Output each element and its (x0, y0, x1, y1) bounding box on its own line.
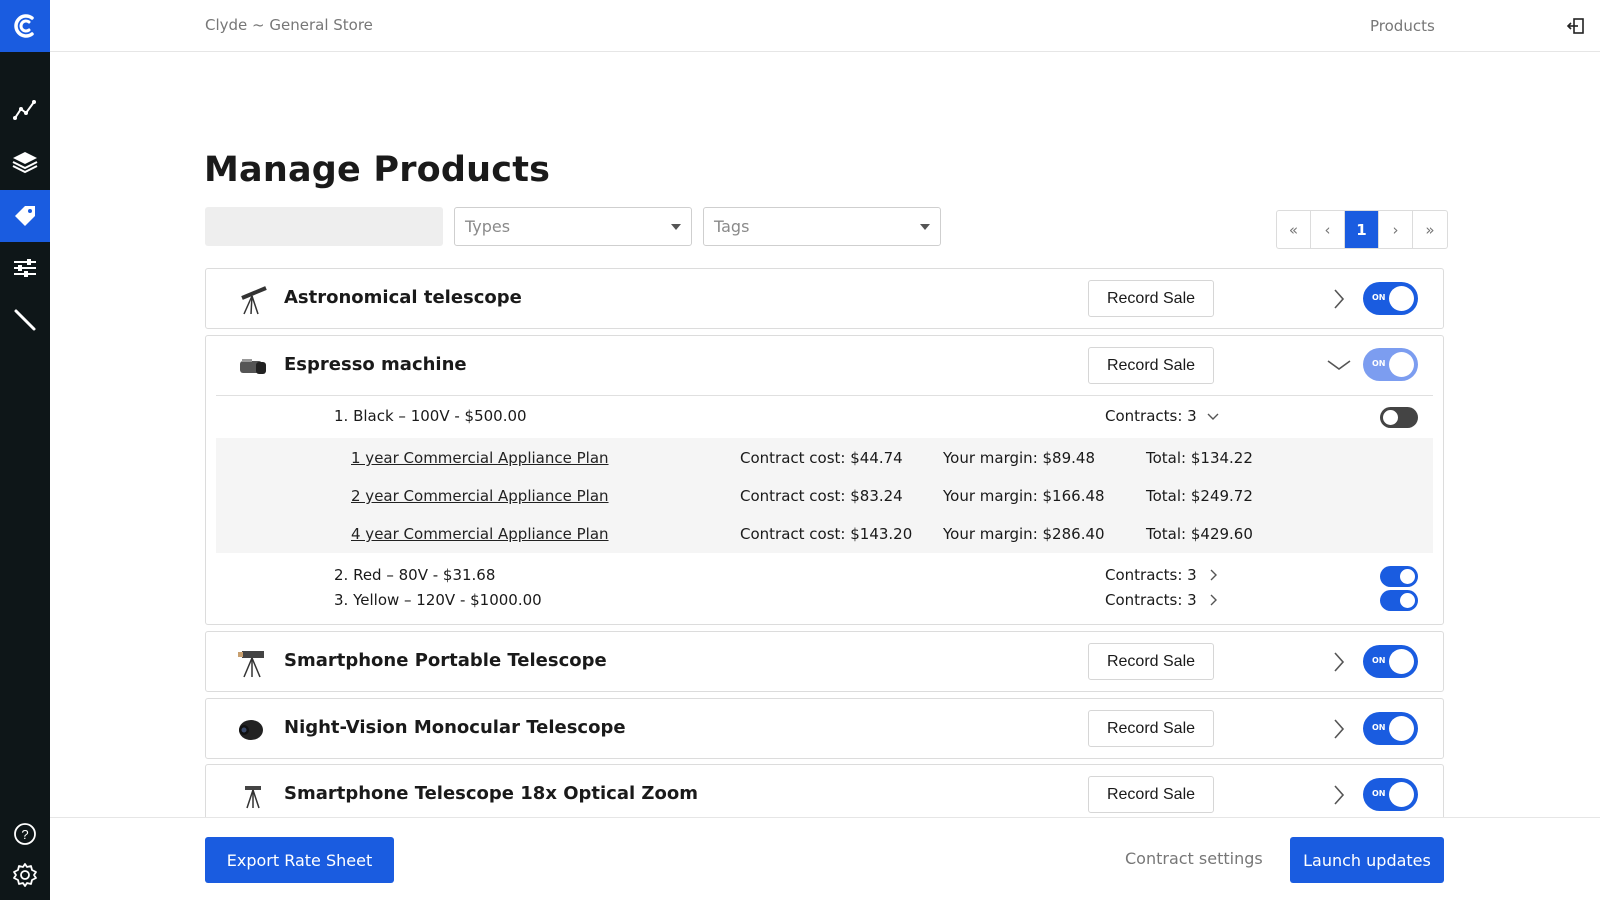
product-toggle[interactable]: ON (1363, 778, 1418, 811)
plan-link[interactable]: 4 year Commercial Appliance Plan (351, 525, 609, 543)
product-row: Smartphone Portable Telescope Record Sal… (205, 631, 1444, 692)
pagination: « ‹ 1 › » (1276, 210, 1448, 249)
top-bar: Clyde ~ General Store Products (50, 0, 1600, 52)
gear-icon[interactable] (0, 850, 50, 900)
plan-link[interactable]: 1 year Commercial Appliance Plan (351, 449, 609, 467)
record-sale-button[interactable]: Record Sale (1088, 643, 1214, 680)
tag-icon[interactable] (0, 190, 50, 242)
plan-total: Total: $429.60 (1146, 525, 1253, 543)
chevron-down-icon[interactable] (1326, 354, 1352, 378)
tags-select[interactable]: Tags (703, 207, 941, 246)
plan-total: Total: $249.72 (1146, 487, 1253, 505)
product-name[interactable]: Smartphone Portable Telescope (284, 650, 607, 671)
record-sale-button[interactable]: Record Sale (1088, 776, 1214, 813)
product-row: Astronomical telescope Record Sale ON (205, 268, 1444, 329)
product-row-expanded: Espresso machine Record Sale ON 1. Black… (205, 335, 1444, 625)
layers-icon[interactable] (0, 136, 50, 188)
product-toggle[interactable]: ON (1363, 282, 1418, 315)
record-sale-button[interactable]: Record Sale (1088, 347, 1214, 384)
caret-down-icon (920, 224, 930, 230)
search-input[interactable] (205, 207, 443, 246)
monocular-thumbnail (239, 720, 263, 740)
chevron-right-icon[interactable] (1330, 717, 1348, 741)
plan-link[interactable]: 2 year Commercial Appliance Plan (351, 487, 609, 505)
sidebar: ? (0, 0, 50, 900)
product-toggle[interactable]: ON (1363, 348, 1418, 381)
next-page-button[interactable]: › (1379, 211, 1413, 248)
chevron-right-icon[interactable] (1206, 593, 1220, 607)
plan-cost: Contract cost: $83.24 (740, 487, 903, 505)
variant-toggle[interactable] (1380, 590, 1418, 611)
contracts-count[interactable]: Contracts: 3 (1105, 591, 1197, 609)
product-row: Night-Vision Monocular Telescope Record … (205, 698, 1444, 759)
contracts-count[interactable]: Contracts: 3 (1105, 407, 1197, 425)
analytics-icon[interactable] (0, 84, 50, 136)
product-name[interactable]: Smartphone Telescope 18x Optical Zoom (284, 783, 698, 804)
logout-icon[interactable] (1565, 15, 1587, 37)
chevron-right-icon[interactable] (1206, 568, 1220, 582)
product-name[interactable]: Espresso machine (284, 354, 467, 375)
pen-icon[interactable] (0, 294, 50, 346)
variant-label: 2. Red – 80V - $31.68 (334, 566, 496, 584)
espresso-machine-thumbnail (240, 359, 266, 374)
page-title: Manage Products (204, 150, 551, 190)
caret-down-icon (671, 224, 681, 230)
chevron-right-icon[interactable] (1330, 287, 1348, 311)
plan-cost: Contract cost: $143.20 (740, 525, 913, 543)
product-toggle[interactable]: ON (1363, 712, 1418, 745)
sliders-icon[interactable] (0, 242, 50, 294)
toggle-on-label: ON (1372, 293, 1386, 302)
telescope-thumbnail (241, 286, 267, 315)
toggle-on-label: ON (1372, 656, 1386, 665)
nav-products-link[interactable]: Products (1370, 17, 1435, 35)
last-page-button[interactable]: » (1413, 211, 1447, 248)
chevron-right-icon[interactable] (1330, 783, 1348, 807)
product-name[interactable]: Night-Vision Monocular Telescope (284, 717, 626, 738)
toggle-on-label: ON (1372, 723, 1386, 732)
chevron-down-icon[interactable] (1206, 409, 1220, 423)
toggle-on-label: ON (1372, 789, 1386, 798)
first-page-button[interactable]: « (1277, 211, 1311, 248)
variant-label: 3. Yellow – 120V - $1000.00 (334, 591, 542, 609)
contracts-count[interactable]: Contracts: 3 (1105, 566, 1197, 584)
record-sale-button[interactable]: Record Sale (1088, 280, 1214, 317)
current-page-button[interactable]: 1 (1345, 211, 1379, 248)
plan-margin: Your margin: $166.48 (943, 487, 1105, 505)
tags-placeholder: Tags (714, 217, 750, 236)
chevron-right-icon[interactable] (1330, 650, 1348, 674)
store-name: Clyde ~ General Store (205, 16, 373, 34)
telescope-thumbnail (238, 651, 264, 678)
record-sale-button[interactable]: Record Sale (1088, 710, 1214, 747)
product-toggle[interactable]: ON (1363, 645, 1418, 678)
divider (216, 395, 1433, 396)
types-select[interactable]: Types (454, 207, 692, 246)
contract-settings-link[interactable]: Contract settings (1125, 849, 1263, 868)
export-rate-sheet-button[interactable]: Export Rate Sheet (205, 837, 394, 883)
variant-label: 1. Black – 100V - $500.00 (334, 407, 527, 425)
svg-text:?: ? (21, 827, 28, 842)
toggle-on-label: ON (1372, 359, 1386, 368)
plan-margin: Your margin: $286.40 (943, 525, 1105, 543)
plan-total: Total: $134.22 (1146, 449, 1253, 467)
plan-margin: Your margin: $89.48 (943, 449, 1095, 467)
product-row: Smartphone Telescope 18x Optical Zoom Re… (205, 764, 1444, 825)
telescope-thumbnail (245, 786, 261, 809)
variant-toggle[interactable] (1380, 407, 1418, 428)
clyde-logo-icon[interactable] (0, 0, 50, 52)
plan-cost: Contract cost: $44.74 (740, 449, 903, 467)
prev-page-button[interactable]: ‹ (1311, 211, 1345, 248)
types-placeholder: Types (465, 217, 511, 236)
variant-toggle[interactable] (1380, 566, 1418, 587)
product-name[interactable]: Astronomical telescope (284, 287, 522, 308)
launch-updates-button[interactable]: Launch updates (1290, 837, 1444, 883)
